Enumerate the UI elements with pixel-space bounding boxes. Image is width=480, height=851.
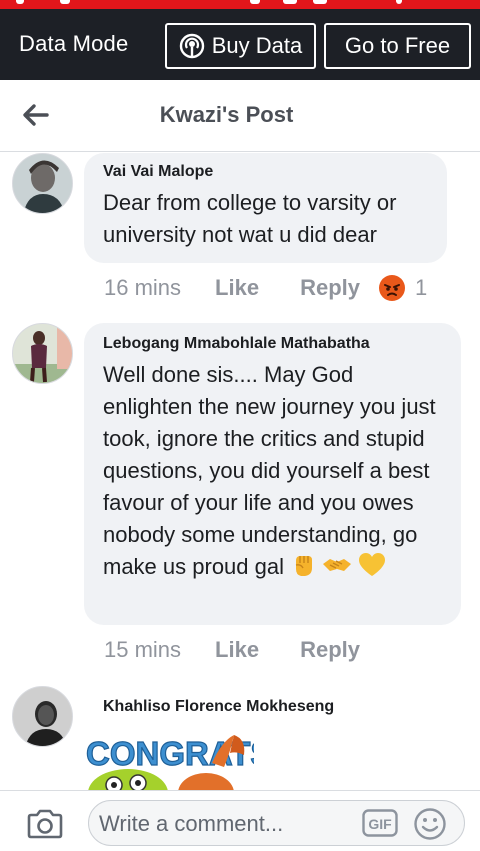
- broadcast-icon: [179, 33, 204, 59]
- go-to-free-button[interactable]: Go to Free: [324, 23, 471, 69]
- comment-meta: 15 mins Like Reply: [104, 637, 360, 663]
- like-button[interactable]: Like: [215, 637, 259, 663]
- comment-text-body: Well done sis.... May God enlighten the …: [103, 362, 436, 579]
- handshake-icon: [323, 559, 352, 571]
- buy-data-label: Buy Data: [211, 33, 303, 58]
- status-bar: [0, 0, 480, 9]
- raised-fist-icon: [295, 556, 313, 576]
- comment-input-placeholder: Write a comment...: [99, 811, 284, 836]
- emoji-picker-icon[interactable]: [413, 807, 447, 841]
- comment-author[interactable]: Khahliso Florence Mokheseng: [103, 698, 334, 716]
- comment-meta: 16 mins Like Reply 1: [104, 274, 427, 302]
- gif-icon[interactable]: GIF: [362, 809, 398, 837]
- camera-icon[interactable]: [26, 809, 64, 839]
- comment-bubble: Vai Vai Malope Dear from college to vars…: [84, 153, 447, 263]
- comment-author[interactable]: Lebogang Mmabohlale Mathabatha: [103, 335, 442, 353]
- avatar[interactable]: [12, 153, 73, 214]
- post-header: Kwazi's Post: [0, 80, 480, 152]
- profile-photo: [13, 154, 72, 213]
- comment-time: 15 mins: [104, 637, 182, 662]
- status-icon: [60, 0, 70, 4]
- status-icon: [250, 0, 260, 4]
- data-mode-bar: Data Mode Buy Data Go to Free: [0, 9, 480, 80]
- profile-photo: [13, 687, 72, 746]
- status-icon: [313, 0, 327, 4]
- gif-label: GIF: [368, 816, 392, 832]
- yellow-heart-icon: [359, 553, 386, 576]
- like-button[interactable]: Like: [215, 275, 259, 301]
- avatar[interactable]: [12, 323, 73, 384]
- status-icon: [396, 0, 402, 4]
- reply-button[interactable]: Reply: [300, 275, 360, 301]
- reaction-summary[interactable]: 1: [378, 274, 427, 302]
- avatar[interactable]: [12, 686, 73, 747]
- comment-time: 16 mins: [104, 275, 182, 300]
- angry-reaction-icon: [379, 275, 405, 301]
- page-title: Kwazi's Post: [159, 102, 294, 127]
- go-to-free-label: Go to Free: [344, 33, 451, 58]
- buy-data-button[interactable]: Buy Data: [165, 23, 316, 69]
- comment-text: Dear from college to varsity or universi…: [103, 190, 397, 247]
- data-mode-label: Data Mode: [19, 31, 129, 56]
- comment-composer: Write a comment... GIF: [0, 790, 480, 851]
- comment-author[interactable]: Vai Vai Malope: [103, 163, 428, 181]
- status-icon: [16, 0, 24, 4]
- profile-photo: [13, 324, 72, 383]
- comment-bubble: Lebogang Mmabohlale Mathabatha Well done…: [84, 323, 461, 625]
- comment-input[interactable]: Write a comment... GIF: [88, 800, 465, 846]
- congrats-sticker[interactable]: CONGRATS!: [84, 727, 254, 790]
- comments-feed[interactable]: Vai Vai Malope Dear from college to vars…: [0, 153, 480, 790]
- reply-button[interactable]: Reply: [300, 637, 360, 663]
- reaction-count: 1: [415, 275, 428, 300]
- comment-text: Well done sis.... May God enlighten the …: [103, 359, 442, 583]
- status-icon: [283, 0, 297, 4]
